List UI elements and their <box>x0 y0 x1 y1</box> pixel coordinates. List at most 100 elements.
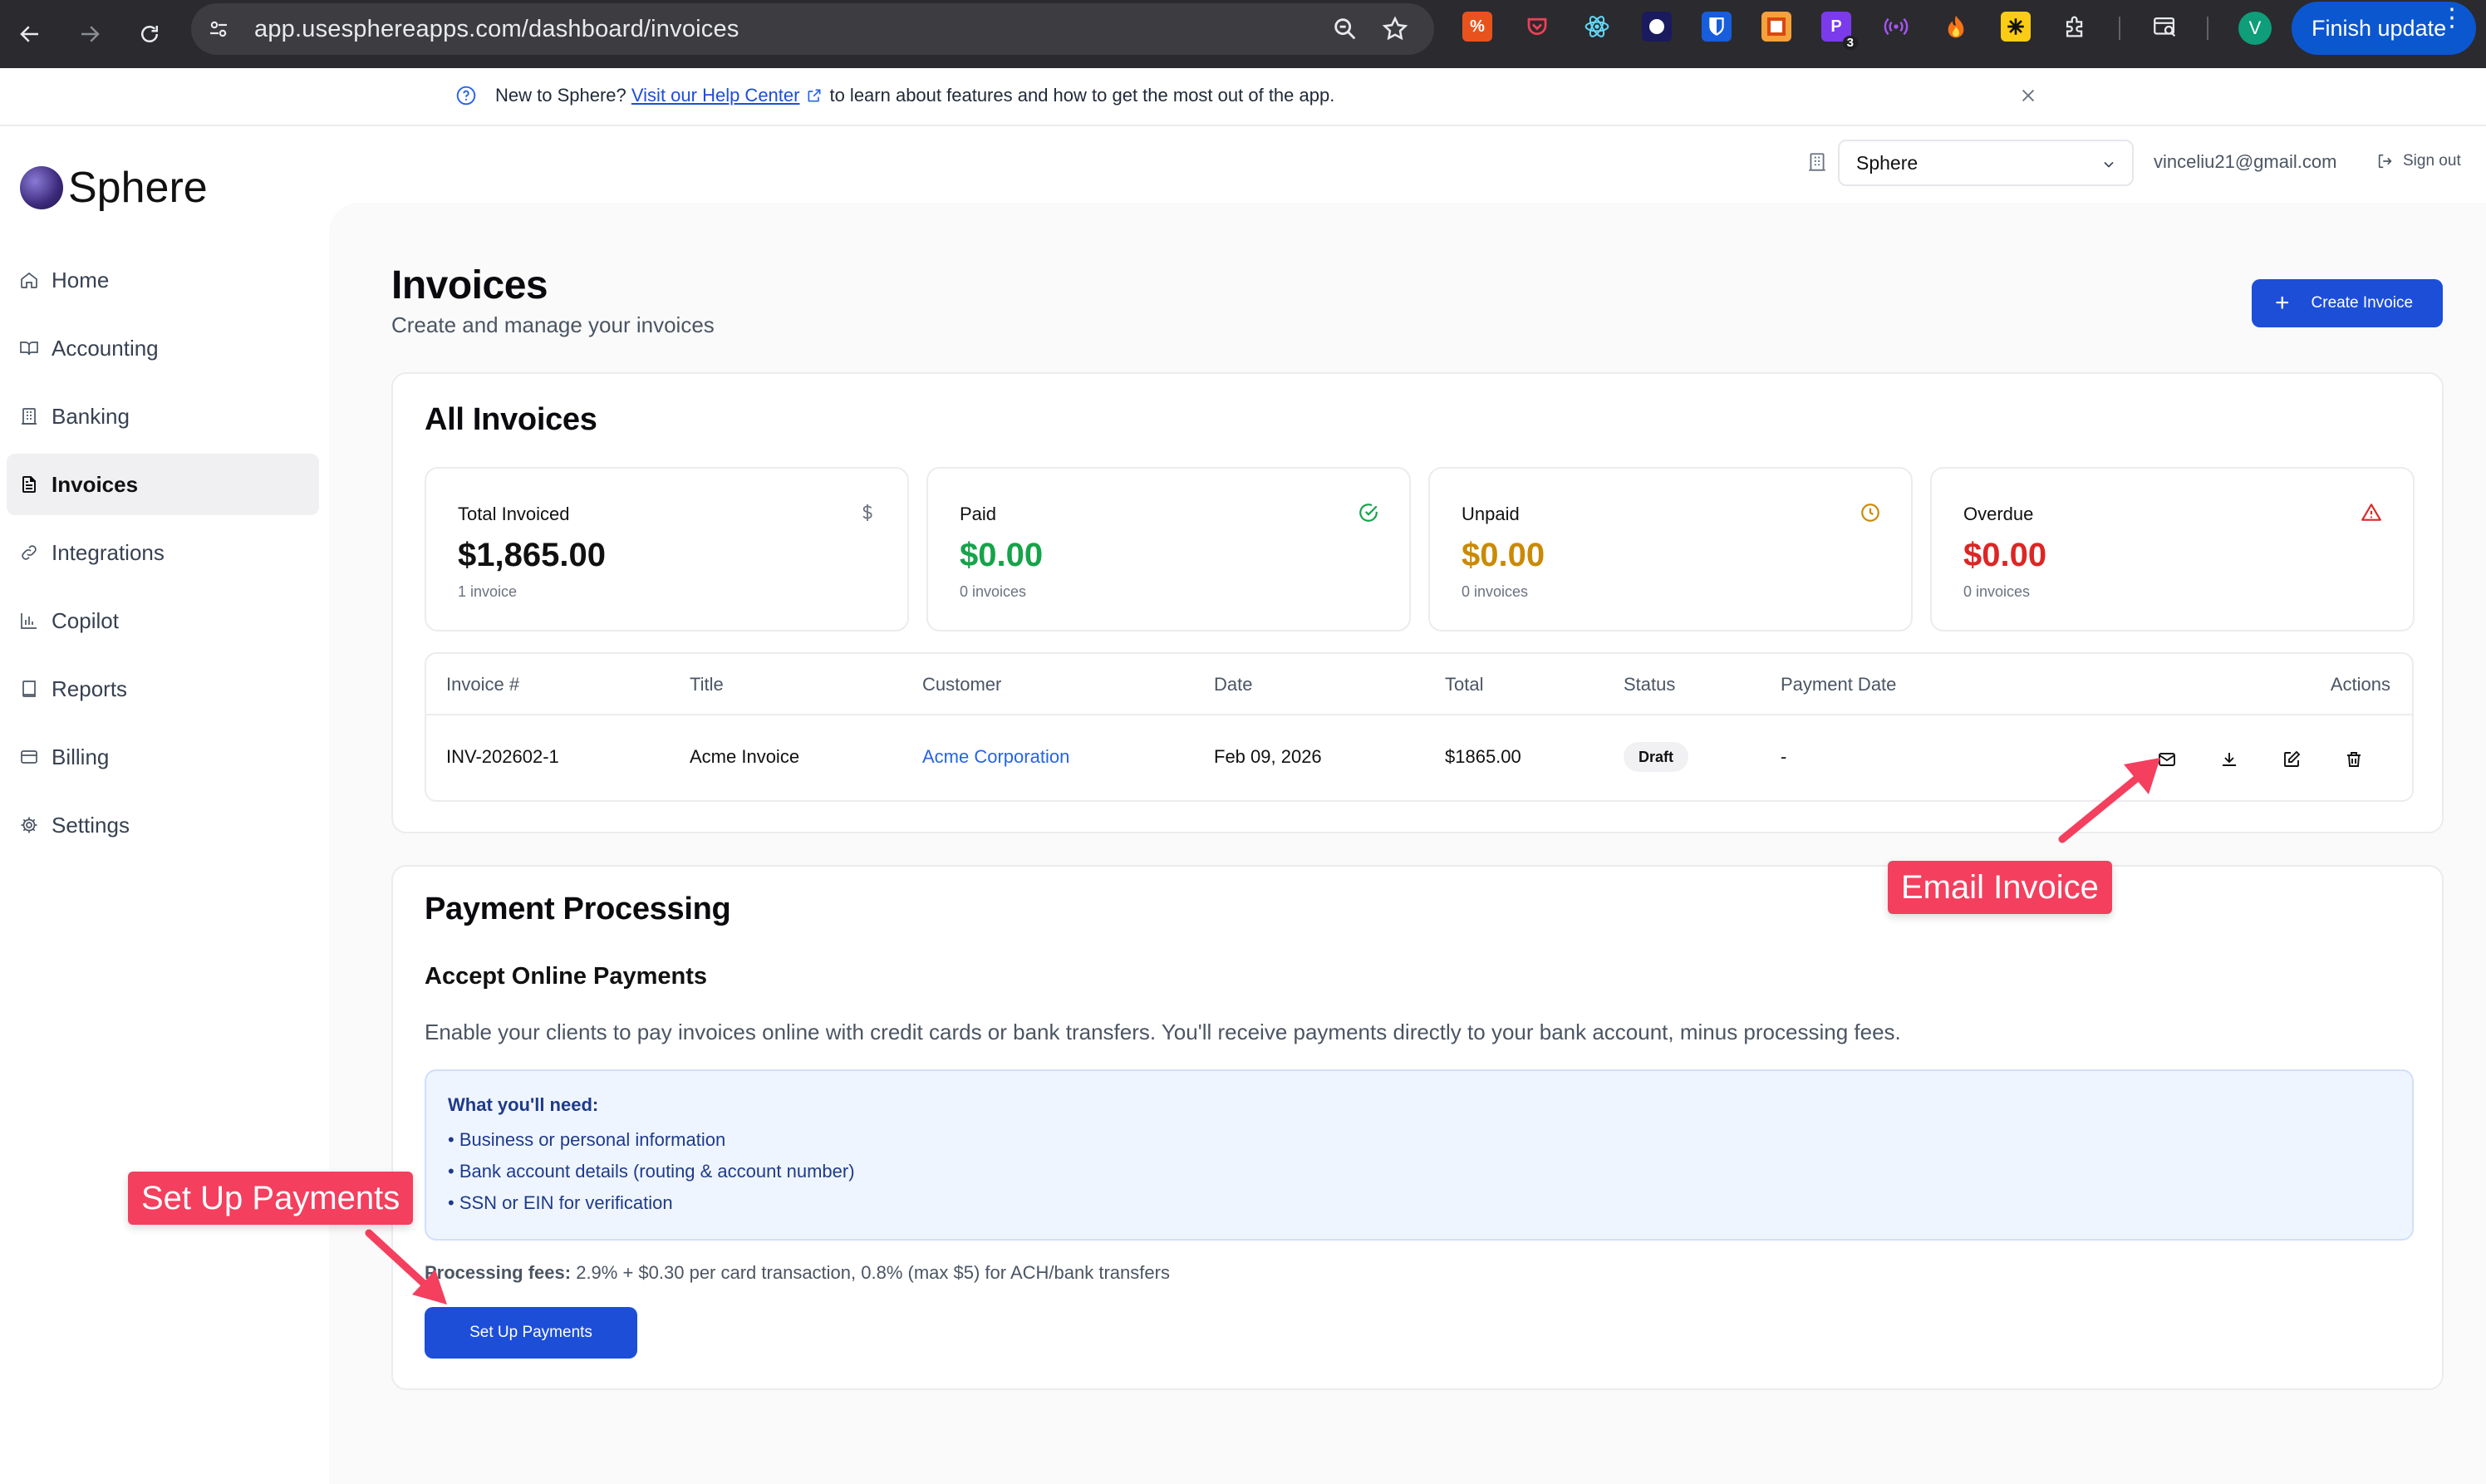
sidebar: Sphere Home Accounting Banking Invoices … <box>0 126 329 1484</box>
payment-processing-card: Payment Processing Accept Online Payment… <box>391 865 2444 1390</box>
payment-processing-title: Payment Processing <box>425 892 731 926</box>
stat-sub: 1 invoice <box>458 583 518 600</box>
sign-out-button[interactable]: Sign out <box>2376 152 2461 170</box>
extension-react-icon[interactable] <box>1582 12 1612 42</box>
stat-paid: Paid $0.00 0 invoices <box>926 467 1411 631</box>
set-up-payments-button[interactable]: Set Up Payments <box>425 1307 637 1359</box>
sidebar-item-settings[interactable]: Settings <box>7 794 319 856</box>
sign-out-label: Sign out <box>2403 152 2461 170</box>
stat-overdue: Overdue $0.00 0 invoices <box>1930 467 2415 631</box>
all-invoices-card: All Invoices Total Invoiced $1,865.00 1 … <box>391 372 2444 833</box>
extensions-puzzle-icon[interactable] <box>2061 12 2090 42</box>
sidebar-item-invoices[interactable]: Invoices <box>7 454 319 515</box>
page-title: Invoices <box>391 263 548 307</box>
stat-label: Total Invoiced <box>458 504 570 524</box>
trash-icon[interactable] <box>2341 747 2366 772</box>
stat-value: $0.00 <box>1963 537 2047 573</box>
edit-icon[interactable] <box>2279 747 2304 772</box>
address-bar[interactable]: app.usesphereapps.com/dashboard/invoices <box>191 3 1434 55</box>
list-item: • SSN or EIN for verification <box>448 1192 673 1213</box>
table-row[interactable]: INV-202602-1 Acme Invoice Acme Corporati… <box>426 717 2412 800</box>
toolbar-divider <box>2207 17 2208 40</box>
sidebar-item-banking[interactable]: Banking <box>7 386 319 447</box>
banner-suffix: to learn about features and how to get t… <box>829 85 1335 106</box>
help-banner: New to Sphere? Visit our Help Center to … <box>0 68 2486 126</box>
stat-value: $1,865.00 <box>458 537 606 573</box>
payment-description: Enable your clients to pay invoices onli… <box>425 1020 1901 1044</box>
sidebar-item-copilot[interactable]: Copilot <box>7 590 319 651</box>
organization-select[interactable]: Sphere <box>1838 140 2134 186</box>
close-icon[interactable] <box>2019 86 2037 105</box>
sidebar-nav: Home Accounting Banking Invoices Integra… <box>7 249 319 862</box>
extension-bitwarden-icon[interactable] <box>1702 12 1732 42</box>
column-header[interactable]: Total <box>1445 674 1483 695</box>
fees-text: 2.9% + $0.30 per card transaction, 0.8% … <box>576 1262 1170 1283</box>
help-center-link[interactable]: Visit our Help Center <box>631 85 800 106</box>
toolbar-divider <box>2119 17 2120 40</box>
app-logo[interactable]: Sphere <box>20 163 208 213</box>
forward-icon[interactable] <box>70 14 110 54</box>
stat-total-invoiced: Total Invoiced $1,865.00 1 invoice <box>425 467 909 631</box>
extension-asterisk-icon[interactable] <box>2001 12 2031 42</box>
column-header[interactable]: Customer <box>922 674 1001 695</box>
column-header[interactable]: Date <box>1214 674 1252 695</box>
sidebar-item-integrations[interactable]: Integrations <box>7 522 319 583</box>
gear-icon <box>18 814 40 836</box>
sidebar-item-reports[interactable]: Reports <box>7 658 319 720</box>
all-invoices-title: All Invoices <box>425 402 597 437</box>
sidebar-item-home[interactable]: Home <box>7 249 319 311</box>
sidebar-item-billing[interactable]: Billing <box>7 726 319 788</box>
invoice-title: Acme Invoice <box>690 746 800 767</box>
zoom-icon[interactable] <box>1331 15 1359 43</box>
table-header: Invoice # Title Customer Date Total Stat… <box>426 654 2412 715</box>
back-icon[interactable] <box>10 14 50 54</box>
external-link-icon <box>806 87 823 104</box>
create-invoice-button[interactable]: + Create Invoice <box>2252 279 2443 327</box>
site-settings-icon[interactable] <box>206 17 231 42</box>
requirements-list: • Business or personal information • Ban… <box>448 1129 855 1224</box>
credit-card-icon <box>18 746 40 768</box>
stat-unpaid: Unpaid $0.00 0 invoices <box>1428 467 1913 631</box>
book-icon <box>18 337 40 359</box>
finish-update-label: Finish update <box>2312 15 2447 41</box>
column-header[interactable]: Invoice # <box>446 674 519 695</box>
sidebar-item-label: Reports <box>52 676 128 701</box>
bank-icon <box>18 405 40 427</box>
tab-search-icon[interactable] <box>2150 12 2180 42</box>
finish-update-button[interactable]: Finish update ⋮ <box>2292 2 2476 55</box>
status-badge: Draft <box>1624 742 1689 772</box>
file-icon <box>18 474 40 495</box>
extension-grid-icon[interactable] <box>1761 12 1791 42</box>
kebab-menu-icon[interactable]: ⋮ <box>2439 6 2464 31</box>
check-circle-icon <box>1358 502 1379 523</box>
sidebar-item-accounting[interactable]: Accounting <box>7 317 319 379</box>
create-invoice-label: Create Invoice <box>2311 294 2414 312</box>
stat-value: $0.00 <box>1462 537 1545 573</box>
email-invoice-icon[interactable] <box>2154 747 2179 772</box>
extension-pocket-icon[interactable] <box>1522 12 1552 42</box>
sidebar-item-label: Accounting <box>52 335 159 361</box>
column-header[interactable]: Title <box>690 674 724 695</box>
help-circle-icon <box>455 85 477 106</box>
column-header[interactable]: Status <box>1624 674 1675 695</box>
column-header[interactable]: Payment Date <box>1781 674 1896 695</box>
download-icon[interactable] <box>2217 747 2242 772</box>
sidebar-item-label: Billing <box>52 744 110 769</box>
extension-signal-icon[interactable] <box>1881 12 1911 42</box>
customer-link[interactable]: Acme Corporation <box>922 746 1069 768</box>
sidebar-item-label: Invoices <box>52 471 139 497</box>
app-name: Sphere <box>68 164 208 212</box>
extension-percent-icon[interactable]: % <box>1462 12 1492 42</box>
url-text[interactable]: app.usesphereapps.com/dashboard/invoices <box>254 16 739 43</box>
extension-dot-icon[interactable] <box>1642 12 1672 42</box>
sidebar-item-label: Copilot <box>52 607 119 633</box>
reload-icon[interactable] <box>130 14 170 54</box>
stat-label: Unpaid <box>1462 504 1520 524</box>
extension-p-icon[interactable]: P 3 <box>1821 12 1858 50</box>
stat-label: Overdue <box>1963 504 2034 524</box>
sidebar-item-label: Settings <box>52 812 130 838</box>
bookmark-star-icon[interactable] <box>1381 15 1409 43</box>
extension-flame-icon[interactable] <box>1941 12 1971 42</box>
profile-avatar[interactable]: V <box>2238 12 2272 45</box>
invoice-number: INV-202602-1 <box>446 746 559 767</box>
